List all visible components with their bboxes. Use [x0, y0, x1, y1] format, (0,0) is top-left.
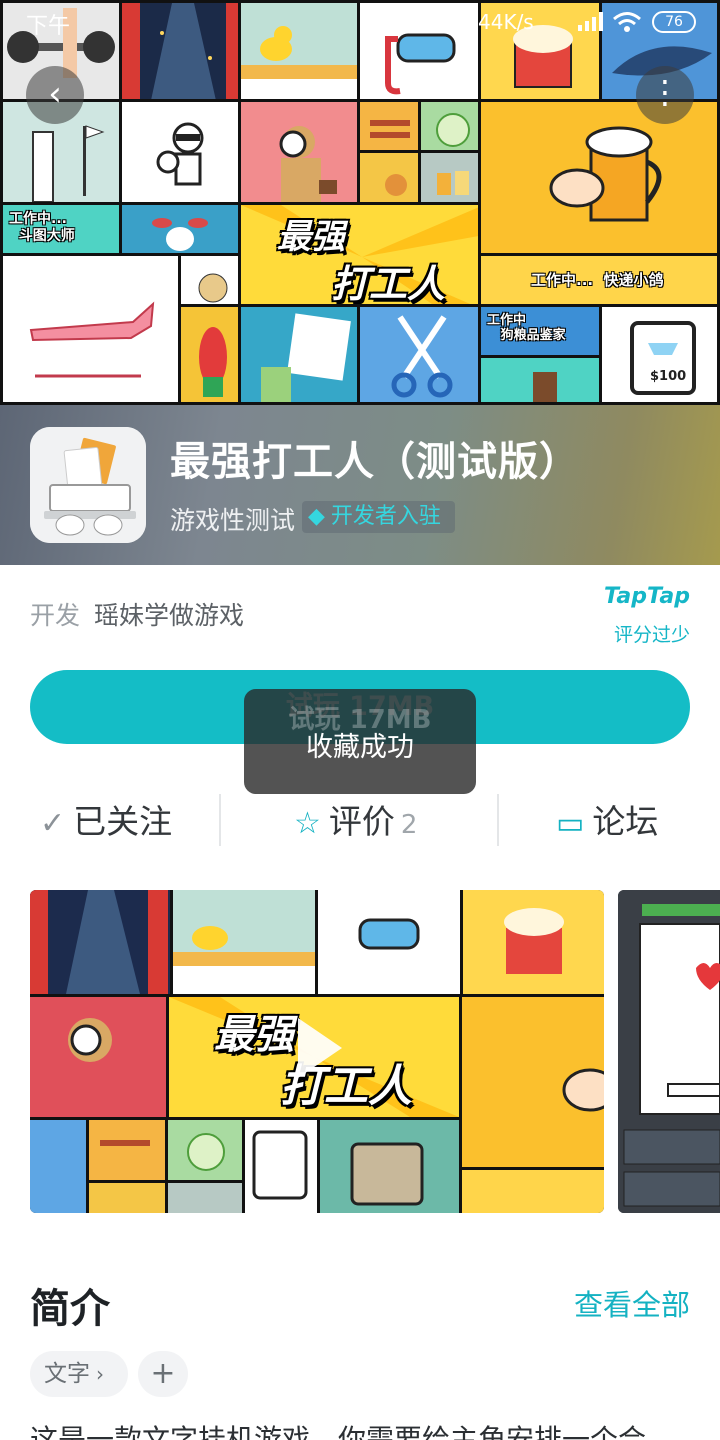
add-tag-button[interactable]: +: [138, 1351, 188, 1397]
screenshot-preview[interactable]: [618, 890, 720, 1213]
status-net-speed: 44K/s: [478, 10, 534, 34]
tag-label: 文字: [44, 1361, 90, 1387]
chevron-right-icon: ›: [96, 1362, 104, 1386]
video-preview[interactable]: 最强 打工人: [30, 890, 604, 1213]
action-row: ✓ 已关注 ☆ 评价 2 ▭ 论坛: [0, 790, 720, 854]
wifi-icon: [612, 10, 642, 40]
review-count: 2: [400, 810, 418, 840]
app-subtitle: 游戏性测试: [170, 506, 296, 535]
box-tile: [478, 355, 602, 405]
follow-button[interactable]: ✓ 已关注: [40, 790, 172, 854]
money-bag-tile: [178, 253, 241, 307]
developer-label: 开发: [30, 601, 81, 630]
detective-tile: [238, 99, 360, 205]
developer-row: 开发 瑶妹学做游戏: [30, 596, 244, 632]
toast-message: 收藏成功: [306, 732, 414, 763]
status-time: 下午: [26, 14, 71, 39]
work-courier-label: 工作中... 快递小鸽: [531, 271, 664, 289]
more-vertical-icon: ⋮: [649, 73, 681, 111]
price-label: $100: [650, 369, 687, 384]
chat-bubble-icon: ▭: [556, 806, 585, 841]
price-tile: $100: [599, 304, 720, 405]
work-dog-label: 工作中 狗粮品鉴家: [487, 313, 566, 343]
app-title: 最强打工人（测试版）: [170, 439, 580, 485]
paper-hand-tile: [238, 304, 360, 405]
rating-note: 评分过少: [613, 624, 690, 646]
forum-label: 论坛: [592, 802, 659, 841]
follow-label: 已关注: [73, 802, 173, 841]
dj-tile: [119, 99, 241, 205]
toast: 试玩 17MB 收藏成功: [244, 689, 476, 794]
diamond-icon: ◆: [308, 504, 325, 529]
view-all-link[interactable]: 查看全部: [574, 1282, 690, 1324]
parrot-tile: [178, 304, 241, 405]
developer-badge-label: 开发者入驻: [330, 504, 441, 529]
chevron-left-icon: ‹: [48, 74, 62, 114]
divider: [497, 794, 499, 846]
plus-icon: +: [150, 1356, 176, 1391]
signal-icon: [576, 10, 606, 38]
tag-chip[interactable]: 文字 ›: [30, 1351, 128, 1397]
more-options-button[interactable]: ⋮: [636, 66, 694, 124]
status-bar: 下午 44K/s 76: [0, 0, 720, 44]
divider: [219, 794, 221, 846]
forum-button[interactable]: ▭ 论坛: [556, 790, 658, 854]
app-icon: [30, 427, 146, 543]
review-label: 评价: [328, 802, 395, 841]
work-fight-label: 工作中... 斗图大师: [9, 211, 75, 244]
drums-tile: [119, 202, 241, 256]
dog-food-tile: 工作中 狗粮品鉴家: [478, 304, 602, 358]
taptap-logo: TapTap: [604, 584, 690, 609]
check-icon: ✓: [40, 806, 66, 841]
app-header: 最强打工人（测试版） 游戏性测试 ◆ 开发者入驻: [0, 405, 720, 565]
hero-banner: 工作中... 斗图大师 最强 打工人 工作中... 快递小鸽 工作中 狗粮品鉴家…: [0, 0, 720, 405]
collage-title-line2: 打工人: [331, 262, 446, 306]
intro-text: 这是一款文字挂机游戏，你需要给主角安排一个合: [30, 1423, 647, 1440]
fries-tile: [418, 150, 481, 205]
cabbage-tile: [418, 99, 481, 153]
review-button[interactable]: ☆ 评价 2: [294, 790, 417, 854]
back-button[interactable]: ‹: [26, 66, 84, 124]
title-tile: 最强 打工人: [238, 202, 481, 307]
play-icon[interactable]: [298, 1018, 342, 1078]
developer-name[interactable]: 瑶妹学做游戏: [94, 601, 244, 630]
intro-heading: 简介: [30, 1286, 110, 1332]
app-detail-page: 工作中... 斗图大师 最强 打工人 工作中... 快递小鸽 工作中 狗粮品鉴家…: [0, 0, 720, 1440]
collage-title-line1: 最强: [277, 217, 345, 257]
scissors-tile: [357, 304, 481, 405]
star-outline-icon: ☆: [294, 806, 321, 841]
courier-tile: 工作中... 快递小鸽: [478, 253, 720, 307]
work-fight-tile: 工作中... 斗图大师: [0, 202, 122, 256]
developer-badge[interactable]: ◆ 开发者入驻: [302, 501, 455, 533]
skewer-tile: [357, 99, 421, 153]
battery-icon: 76: [652, 11, 696, 33]
plane-tile: [0, 253, 181, 405]
snail-tile: [357, 150, 421, 205]
beer-tile: [478, 99, 720, 256]
